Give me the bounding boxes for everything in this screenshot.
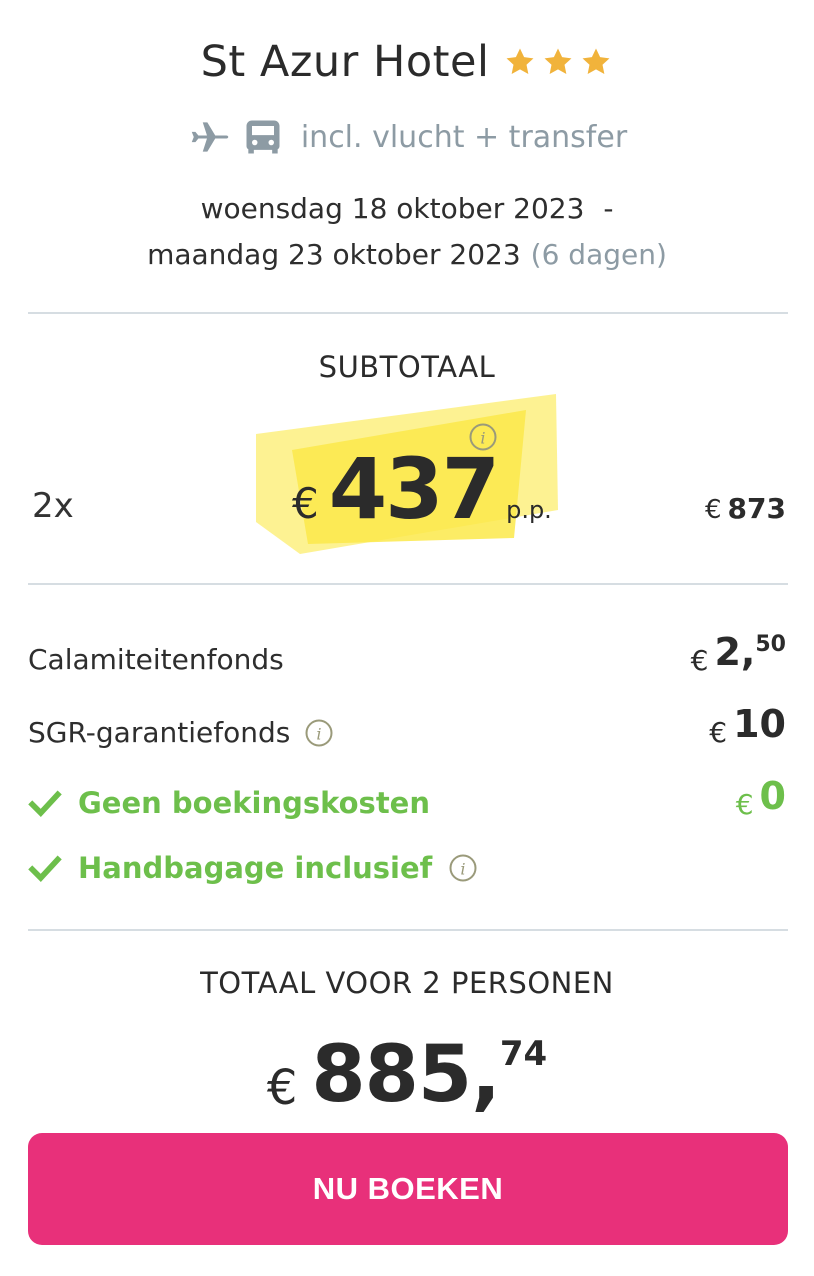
per-person-unit: p.p. bbox=[506, 496, 552, 524]
divider bbox=[28, 929, 788, 931]
total-price: € 885, 74 bbox=[0, 1030, 814, 1120]
divider bbox=[28, 312, 788, 314]
fee-label-sgr-garantiefonds: SGR-garantiefonds i bbox=[28, 716, 334, 749]
subtotal-amount: € 873 bbox=[705, 492, 786, 525]
fee-amount-whole: 10 bbox=[733, 702, 786, 746]
subtotal-value: 873 bbox=[727, 492, 786, 525]
info-icon[interactable]: i bbox=[448, 853, 478, 883]
currency-symbol: € bbox=[735, 788, 754, 821]
date-separator: - bbox=[603, 192, 614, 225]
star-icon bbox=[506, 48, 534, 75]
svg-text:i: i bbox=[317, 724, 322, 743]
date-start: woensdag 18 oktober 2023 bbox=[200, 192, 585, 225]
currency-symbol: € bbox=[690, 644, 709, 677]
date-start-line: woensdag 18 oktober 2023 - bbox=[0, 186, 814, 232]
divider bbox=[28, 583, 788, 585]
currency-symbol: € bbox=[705, 495, 722, 525]
currency-symbol: € bbox=[292, 479, 319, 528]
checkmark-icon bbox=[28, 855, 62, 883]
star-rating bbox=[503, 45, 613, 79]
currency-symbol: € bbox=[709, 716, 728, 749]
plane-icon bbox=[191, 122, 229, 152]
date-end-line: maandag 23 oktober 2023 (6 dagen) bbox=[0, 232, 814, 278]
booking-costs-amount: € 0 bbox=[736, 774, 786, 821]
info-icon[interactable]: i bbox=[304, 718, 334, 748]
inclusions-row: incl. vlucht + transfer bbox=[0, 112, 814, 162]
total-price-whole: 885, bbox=[311, 1030, 500, 1120]
traveler-quantity: 2x bbox=[32, 486, 74, 526]
star-icon bbox=[544, 48, 572, 75]
book-now-label: NU BOEKEN bbox=[312, 1171, 504, 1206]
subtotal-label: SUBTOTAAL bbox=[318, 350, 496, 384]
fee-label-text: Calamiteitenfonds bbox=[28, 643, 284, 676]
date-end: maandag 23 oktober 2023 bbox=[147, 238, 521, 271]
fee-label-text: SGR-garantiefonds bbox=[28, 716, 291, 749]
fee-amount-calamiteitenfonds: € 2, 50 bbox=[691, 630, 786, 677]
included-item-label: Handbagage inclusief bbox=[78, 851, 433, 885]
included-item-booking-costs: Geen boekingskosten bbox=[28, 786, 430, 820]
fee-amount-sgr: € 10 bbox=[709, 702, 786, 749]
hotel-title-row: St Azur Hotel bbox=[0, 30, 814, 94]
trip-duration: (6 dagen) bbox=[530, 238, 667, 271]
fee-label-calamiteitenfonds: Calamiteitenfonds bbox=[28, 643, 284, 676]
bus-icon bbox=[246, 120, 280, 154]
total-label: TOTAAL VOOR 2 PERSONEN bbox=[200, 966, 614, 1000]
currency-symbol: € bbox=[266, 1060, 298, 1116]
total-price-cents: 74 bbox=[499, 1034, 548, 1074]
booking-costs-value: 0 bbox=[759, 774, 786, 818]
checkmark-icon bbox=[28, 790, 62, 818]
included-item-hand-luggage: Handbagage inclusief i bbox=[28, 851, 478, 885]
star-icon bbox=[582, 48, 610, 75]
price-per-person-value: 437 bbox=[328, 440, 500, 538]
included-item-label: Geen boekingskosten bbox=[78, 786, 430, 820]
price-per-person: € 437 p.p. bbox=[292, 440, 552, 540]
fee-amount-cents: 50 bbox=[755, 632, 786, 657]
hotel-name: St Azur Hotel bbox=[200, 37, 490, 87]
svg-text:i: i bbox=[461, 859, 466, 878]
fee-amount-whole: 2, bbox=[714, 630, 756, 674]
inclusions-text: incl. vlucht + transfer bbox=[300, 119, 628, 155]
book-now-button[interactable]: NU BOEKEN bbox=[28, 1133, 788, 1245]
